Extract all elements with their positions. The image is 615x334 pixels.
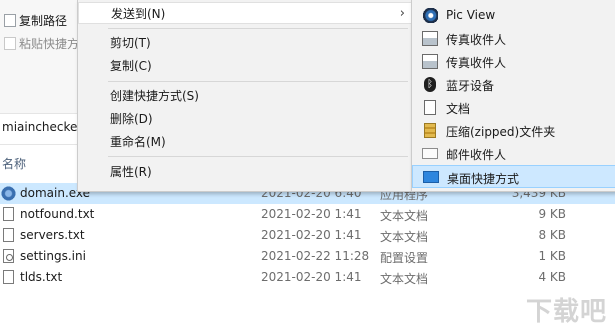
send-to-item-documents[interactable]: 文档 <box>412 96 615 119</box>
file-name: settings.ini <box>20 249 86 263</box>
file-date: 2021-02-20 1:41 <box>261 228 362 242</box>
menu-item-delete[interactable]: 删除(D) <box>78 108 412 130</box>
config-file-icon <box>3 249 14 263</box>
watermark-logo: 下载吧 <box>525 297 607 327</box>
file-date: 2021-02-20 1:41 <box>261 270 362 284</box>
file-size: 8 KB <box>538 228 566 242</box>
zip-folder-icon <box>424 123 436 138</box>
send-to-item-label: Pic View <box>446 8 496 22</box>
send-to-item-picview[interactable]: Pic View <box>412 4 615 27</box>
send-to-item-fax[interactable]: 传真收件人 <box>412 27 615 50</box>
text-file-icon <box>3 207 14 221</box>
menu-item-send-to[interactable]: 发送到(N) › <box>78 2 412 24</box>
paste-shortcut-icon <box>4 37 16 50</box>
exe-icon <box>1 186 16 201</box>
menu-item-rename[interactable]: 重命名(M) <box>78 131 412 153</box>
fax-icon <box>422 31 438 46</box>
file-size: 1 KB <box>538 249 566 263</box>
documents-icon <box>424 100 436 115</box>
desktop-icon <box>423 171 439 183</box>
send-to-item-label: 传真收件人 <box>446 33 507 47</box>
file-row[interactable]: notfound.txt 2021-02-20 1:41 文本文档 9 KB <box>0 204 615 225</box>
menu-separator <box>108 156 408 157</box>
send-to-item-label: 传真收件人 <box>446 56 507 70</box>
menu-item-label: 剪切(T) <box>110 36 151 50</box>
send-to-item-bluetooth[interactable]: ᛒ 蓝牙设备 <box>412 73 615 96</box>
menu-item-label: 创建快捷方式(S) <box>110 89 199 103</box>
context-menu: 发送到(N) › 剪切(T) 复制(C) 创建快捷方式(S) 删除(D) 重命名… <box>77 0 413 192</box>
menu-item-label: 复制(C) <box>110 59 152 73</box>
send-to-item-desktop[interactable]: 桌面快捷方式 <box>412 165 615 188</box>
address-text: miainchecker_ <box>2 120 89 134</box>
copy-path-button[interactable]: 复制路径 <box>4 12 67 30</box>
file-name: tlds.txt <box>20 270 63 284</box>
menu-item-copy[interactable]: 复制(C) <box>78 55 412 77</box>
send-to-item-zip[interactable]: 压缩(zipped)文件夹 <box>412 119 615 142</box>
bluetooth-icon: ᛒ <box>424 77 436 92</box>
text-file-icon <box>3 228 14 242</box>
send-to-item-label: 文档 <box>446 102 471 116</box>
column-name-header[interactable]: 名称 <box>2 155 26 172</box>
menu-item-label: 删除(D) <box>110 112 153 126</box>
text-file-icon <box>3 270 14 284</box>
file-row[interactable]: servers.txt 2021-02-20 1:41 文本文档 8 KB <box>0 225 615 246</box>
mail-icon <box>422 148 438 159</box>
file-type: 文本文档 <box>380 230 429 244</box>
send-to-item-mail[interactable]: 邮件收件人 <box>412 142 615 165</box>
file-date: 2021-02-22 11:28 <box>261 249 370 263</box>
copy-path-label: 复制路径 <box>19 14 68 28</box>
menu-item-cut[interactable]: 剪切(T) <box>78 32 412 54</box>
picview-icon <box>422 8 438 23</box>
file-row[interactable]: settings.ini 2021-02-22 11:28 配置设置 1 KB <box>0 246 615 267</box>
send-to-item-fax[interactable]: 传真收件人 <box>412 50 615 73</box>
file-size: 9 KB <box>538 207 566 221</box>
menu-separator <box>108 81 408 82</box>
file-name: notfound.txt <box>20 207 95 221</box>
menu-item-create-shortcut[interactable]: 创建快捷方式(S) <box>78 85 412 107</box>
file-row[interactable]: tlds.txt 2021-02-20 1:41 文本文档 4 KB <box>0 267 615 288</box>
copy-path-icon <box>4 14 16 27</box>
send-to-item-label: 桌面快捷方式 <box>447 172 520 186</box>
file-type: 配置设置 <box>380 251 429 265</box>
file-type: 文本文档 <box>380 209 429 223</box>
chevron-right-icon: › <box>399 6 405 21</box>
menu-item-label: 发送到(N) <box>111 7 166 21</box>
file-date: 2021-02-20 1:41 <box>261 207 362 221</box>
file-size: 4 KB <box>538 270 566 284</box>
file-name: servers.txt <box>20 228 85 242</box>
send-to-item-label: 蓝牙设备 <box>446 79 495 93</box>
fax-icon <box>422 54 438 69</box>
send-to-item-label: 邮件收件人 <box>446 148 507 162</box>
menu-item-properties[interactable]: 属性(R) <box>78 161 412 183</box>
file-type: 文本文档 <box>380 272 429 286</box>
menu-item-label: 重命名(M) <box>110 135 166 149</box>
send-to-submenu: Pic View 传真收件人 传真收件人 ᛒ 蓝牙设备 文档 压缩(zipped… <box>411 0 615 192</box>
menu-item-label: 属性(R) <box>110 165 152 179</box>
menu-separator <box>108 28 408 29</box>
send-to-item-label: 压缩(zipped)文件夹 <box>446 125 556 139</box>
